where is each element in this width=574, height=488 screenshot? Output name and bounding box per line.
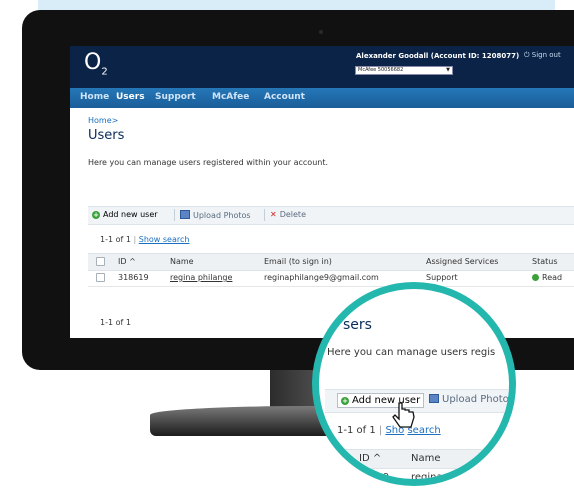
delete-icon: ✕ bbox=[270, 210, 277, 219]
user-status: Read bbox=[532, 273, 562, 282]
photo-icon bbox=[429, 394, 439, 403]
nav-item-home[interactable]: Home bbox=[80, 92, 109, 102]
users-toolbar: + Add new user Upload Photos ✕ Delete bbox=[88, 206, 574, 225]
account-title: Alexander Goodall (Account ID: 1208077) bbox=[356, 52, 520, 60]
row-checkbox[interactable] bbox=[96, 273, 105, 282]
show-search-link[interactable]: Show search bbox=[139, 235, 190, 244]
select-all-checkbox[interactable] bbox=[96, 257, 105, 266]
account-select[interactable]: McAfee 50056682 ▼ bbox=[355, 66, 453, 75]
photo-icon bbox=[180, 210, 190, 219]
sign-out-link[interactable]: ⏻ Sign out bbox=[524, 51, 561, 60]
zoom-table-header: ID ^ Name bbox=[325, 449, 509, 469]
column-name[interactable]: Name bbox=[170, 257, 194, 266]
check-icon bbox=[532, 274, 539, 281]
main-nav: Home Users Support McAfee Account bbox=[70, 88, 574, 108]
top-header: O2 Alexander Goodall (Account ID: 120807… bbox=[70, 46, 574, 88]
power-icon: ⏻ bbox=[524, 51, 530, 59]
nav-item-mcafee[interactable]: McAfee bbox=[212, 92, 249, 102]
plus-icon: + bbox=[92, 211, 100, 219]
hand-cursor-icon bbox=[392, 402, 415, 428]
column-email[interactable]: Email (to sign in) bbox=[264, 257, 332, 266]
column-services[interactable]: Assigned Services bbox=[426, 257, 498, 266]
column-status[interactable]: Status bbox=[532, 257, 558, 266]
magnifier-content: sers Here you can manage users regis + Ad… bbox=[319, 289, 509, 479]
zoom-upload-photos-button[interactable]: Upload Photos bbox=[429, 394, 509, 405]
zoom-user-name[interactable]: regina phil bbox=[411, 472, 464, 479]
zoom-page-title: sers bbox=[343, 317, 372, 333]
nav-item-support[interactable]: Support bbox=[155, 92, 196, 102]
table-row[interactable]: 318619 regina philange reginaphilange9@g… bbox=[88, 270, 574, 287]
upload-photos-button[interactable]: Upload Photos bbox=[180, 210, 251, 220]
plus-icon: + bbox=[341, 397, 349, 405]
user-name-link[interactable]: regina philange bbox=[170, 273, 232, 282]
zoom-pagination: 1-1 of 1 | Sho search bbox=[337, 425, 441, 436]
pagination-bottom: 1-1 of 1 bbox=[100, 318, 131, 327]
magnifier-zoom: sers Here you can manage users regis + Ad… bbox=[312, 282, 516, 486]
table-header: ID ^ Name Email (to sign in) Assigned Se… bbox=[88, 253, 574, 271]
nav-item-users[interactable]: Users bbox=[116, 92, 145, 102]
delete-button[interactable]: ✕ Delete bbox=[270, 210, 306, 219]
page-title: Users bbox=[88, 128, 125, 143]
breadcrumb[interactable]: Home> bbox=[88, 116, 118, 125]
column-id[interactable]: ID ^ bbox=[118, 257, 136, 266]
add-user-button[interactable]: + Add new user bbox=[92, 210, 158, 219]
zoom-description: Here you can manage users regis bbox=[327, 347, 496, 358]
zoom-column-name[interactable]: Name bbox=[411, 453, 441, 464]
zoom-select-all-checkbox[interactable] bbox=[335, 455, 344, 464]
nav-item-account[interactable]: Account bbox=[264, 92, 305, 102]
zoom-toolbar: + Add new user Upload Photos bbox=[325, 389, 509, 413]
toolbar-divider bbox=[264, 209, 265, 221]
brand-logo[interactable]: O2 bbox=[84, 50, 108, 77]
user-id: 318619 bbox=[118, 273, 149, 282]
zoom-user-id: 318619 bbox=[351, 472, 390, 483]
page-description: Here you can manage users registered wit… bbox=[88, 158, 329, 167]
pagination-top: 1-1 of 1 | Show search bbox=[100, 235, 190, 244]
user-services: Support bbox=[426, 273, 458, 282]
zoom-column-id[interactable]: ID ^ bbox=[359, 453, 381, 464]
user-email: reginaphilange9@gmail.com bbox=[264, 273, 379, 282]
toolbar-divider bbox=[174, 209, 175, 221]
chevron-down-icon: ▼ bbox=[446, 67, 450, 73]
zoom-table-row[interactable]: 318619 regina phil bbox=[325, 469, 509, 483]
camera-icon bbox=[319, 30, 323, 34]
